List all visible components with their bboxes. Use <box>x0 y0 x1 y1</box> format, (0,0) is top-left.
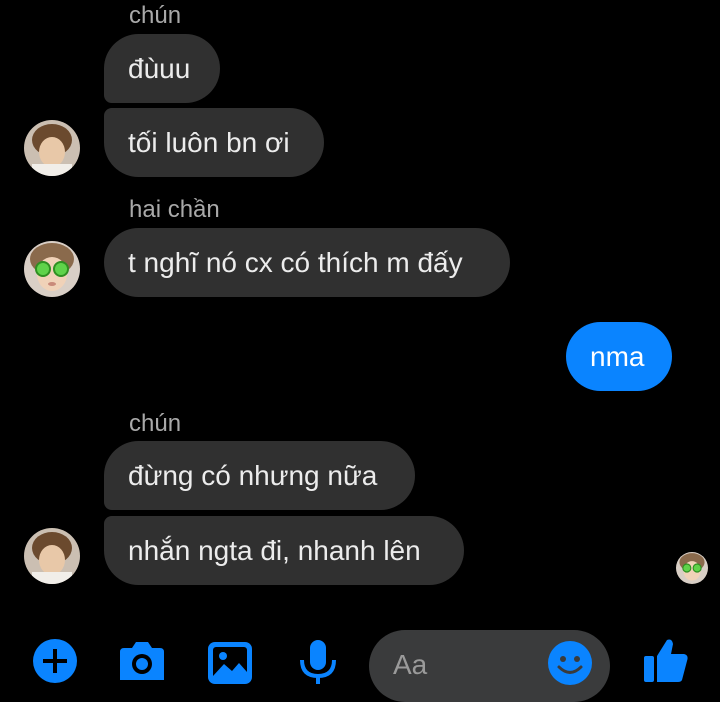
seen-avatar <box>676 552 708 584</box>
camera-icon[interactable] <box>116 638 168 689</box>
message-text: đừng có nhưng nữa <box>128 459 378 491</box>
message-text: đùuu <box>128 52 191 84</box>
plus-icon[interactable] <box>32 638 78 689</box>
message-bubble[interactable]: t nghĩ nó cx có thích m đấy <box>104 228 510 297</box>
like-icon[interactable] <box>642 636 690 689</box>
message-input[interactable] <box>391 644 545 686</box>
emoji-icon[interactable] <box>547 640 593 691</box>
avatar[interactable] <box>24 120 80 176</box>
message-text: nma <box>590 340 645 372</box>
message-bubble[interactable]: đừng có nhưng nữa <box>104 441 415 510</box>
sender-name: chún <box>129 410 182 437</box>
message-text: nhắn ngta đi, nhanh lên <box>128 534 421 566</box>
image-icon[interactable] <box>206 638 254 689</box>
sender-name: hai chần <box>129 196 220 223</box>
message-text: tối luôn bn ơi <box>128 126 290 158</box>
message-bubble[interactable]: đùuu <box>104 34 220 103</box>
sender-name: chún <box>129 2 182 29</box>
message-bubble-outgoing[interactable]: nma <box>566 322 672 391</box>
avatar[interactable] <box>24 528 80 584</box>
microphone-icon[interactable] <box>296 638 340 689</box>
message-bubble[interactable]: nhắn ngta đi, nhanh lên <box>104 516 464 585</box>
message-composer[interactable] <box>369 630 610 702</box>
message-bubble[interactable]: tối luôn bn ơi <box>104 108 324 177</box>
message-text: t nghĩ nó cx có thích m đấy <box>128 246 463 278</box>
avatar[interactable] <box>24 241 80 297</box>
